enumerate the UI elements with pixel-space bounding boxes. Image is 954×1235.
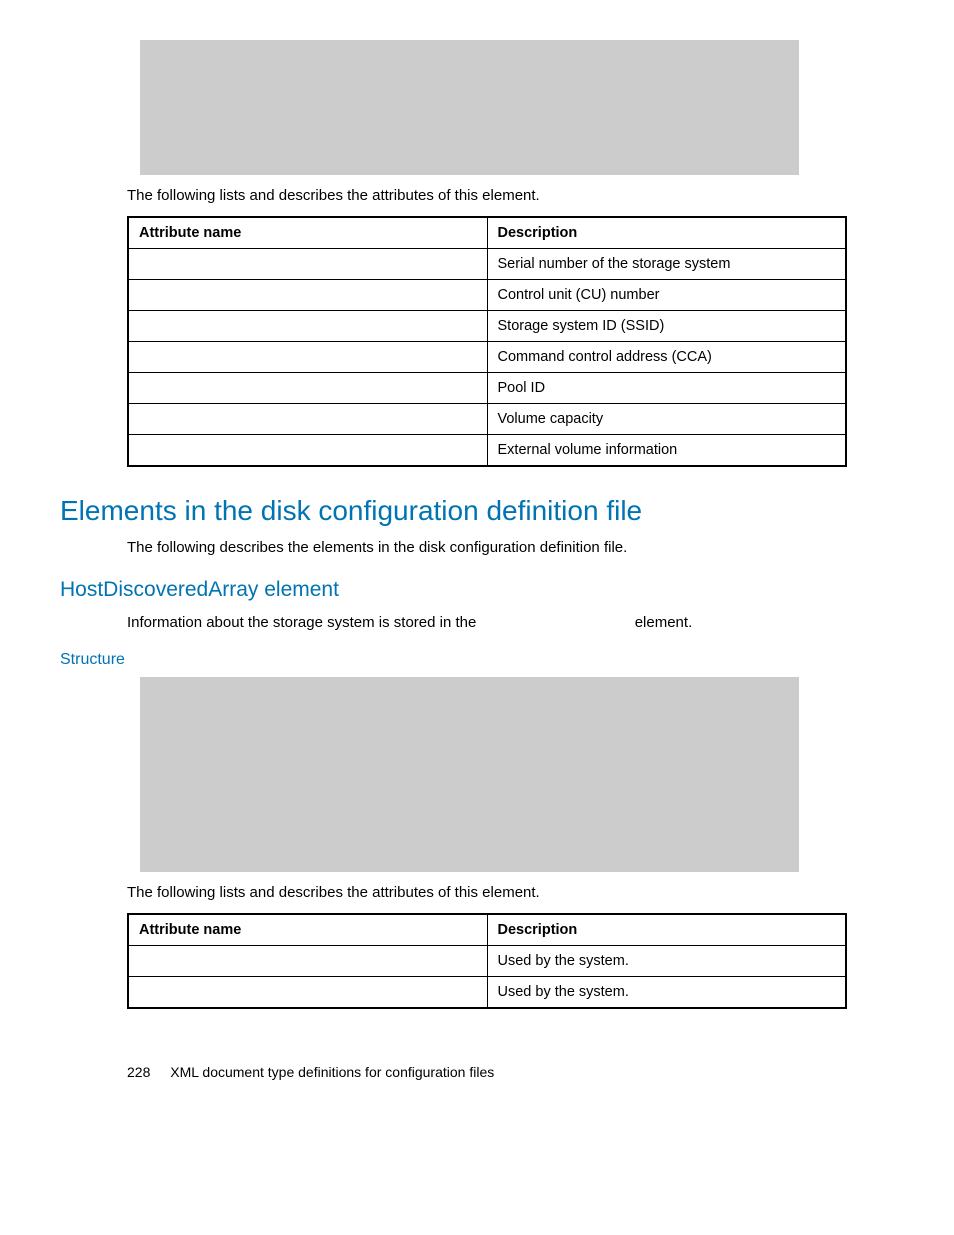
code-block-placeholder-2	[140, 677, 799, 872]
cell-desc: Used by the system.	[487, 946, 846, 977]
cell-attr	[128, 280, 487, 311]
cell-desc: Command control address (CCA)	[487, 342, 846, 373]
table-row: Control unit (CU) number	[128, 280, 846, 311]
table-row: Command control address (CCA)	[128, 342, 846, 373]
cell-attr	[128, 342, 487, 373]
section-body: The following describes the elements in …	[127, 539, 894, 556]
cell-attr	[128, 373, 487, 404]
cell-attr	[128, 249, 487, 280]
section-title: Elements in the disk configuration defin…	[60, 495, 894, 527]
table-row: External volume information	[128, 435, 846, 467]
table-row: Serial number of the storage system	[128, 249, 846, 280]
table-header-attr: Attribute name	[128, 217, 487, 249]
cell-attr	[128, 946, 487, 977]
cell-desc: Storage system ID (SSID)	[487, 311, 846, 342]
subsection-body: Information about the storage system is …	[127, 614, 894, 631]
footer-title: XML document type definitions for config…	[170, 1064, 494, 1080]
intro-text-1: The following lists and describes the at…	[127, 187, 894, 204]
cell-desc: Volume capacity	[487, 404, 846, 435]
table-row: Used by the system.	[128, 977, 846, 1009]
table-header-desc: Description	[487, 914, 846, 946]
subsection-title: HostDiscoveredArray element	[60, 578, 894, 602]
cell-attr	[128, 435, 487, 467]
cell-attr	[128, 977, 487, 1009]
attributes-table-2: Attribute name Description Used by the s…	[127, 913, 847, 1009]
table-row: Volume capacity	[128, 404, 846, 435]
structure-title: Structure	[60, 651, 894, 669]
cell-attr	[128, 311, 487, 342]
table-header-desc: Description	[487, 217, 846, 249]
code-block-placeholder	[140, 40, 799, 175]
page-footer: 228 XML document type definitions for co…	[127, 1064, 894, 1080]
table-row: Used by the system.	[128, 946, 846, 977]
cell-attr	[128, 404, 487, 435]
intro-text-2: The following lists and describes the at…	[127, 884, 894, 901]
cell-desc: Used by the system.	[487, 977, 846, 1009]
table-row: Storage system ID (SSID)	[128, 311, 846, 342]
subsection-body-post: element.	[635, 614, 693, 631]
cell-desc: External volume information	[487, 435, 846, 467]
table-row: Pool ID	[128, 373, 846, 404]
table-header-attr: Attribute name	[128, 914, 487, 946]
cell-desc: Control unit (CU) number	[487, 280, 846, 311]
subsection-body-pre: Information about the storage system is …	[127, 614, 481, 631]
cell-desc: Pool ID	[487, 373, 846, 404]
cell-desc: Serial number of the storage system	[487, 249, 846, 280]
attributes-table-1: Attribute name Description Serial number…	[127, 216, 847, 467]
page-number: 228	[127, 1064, 150, 1080]
